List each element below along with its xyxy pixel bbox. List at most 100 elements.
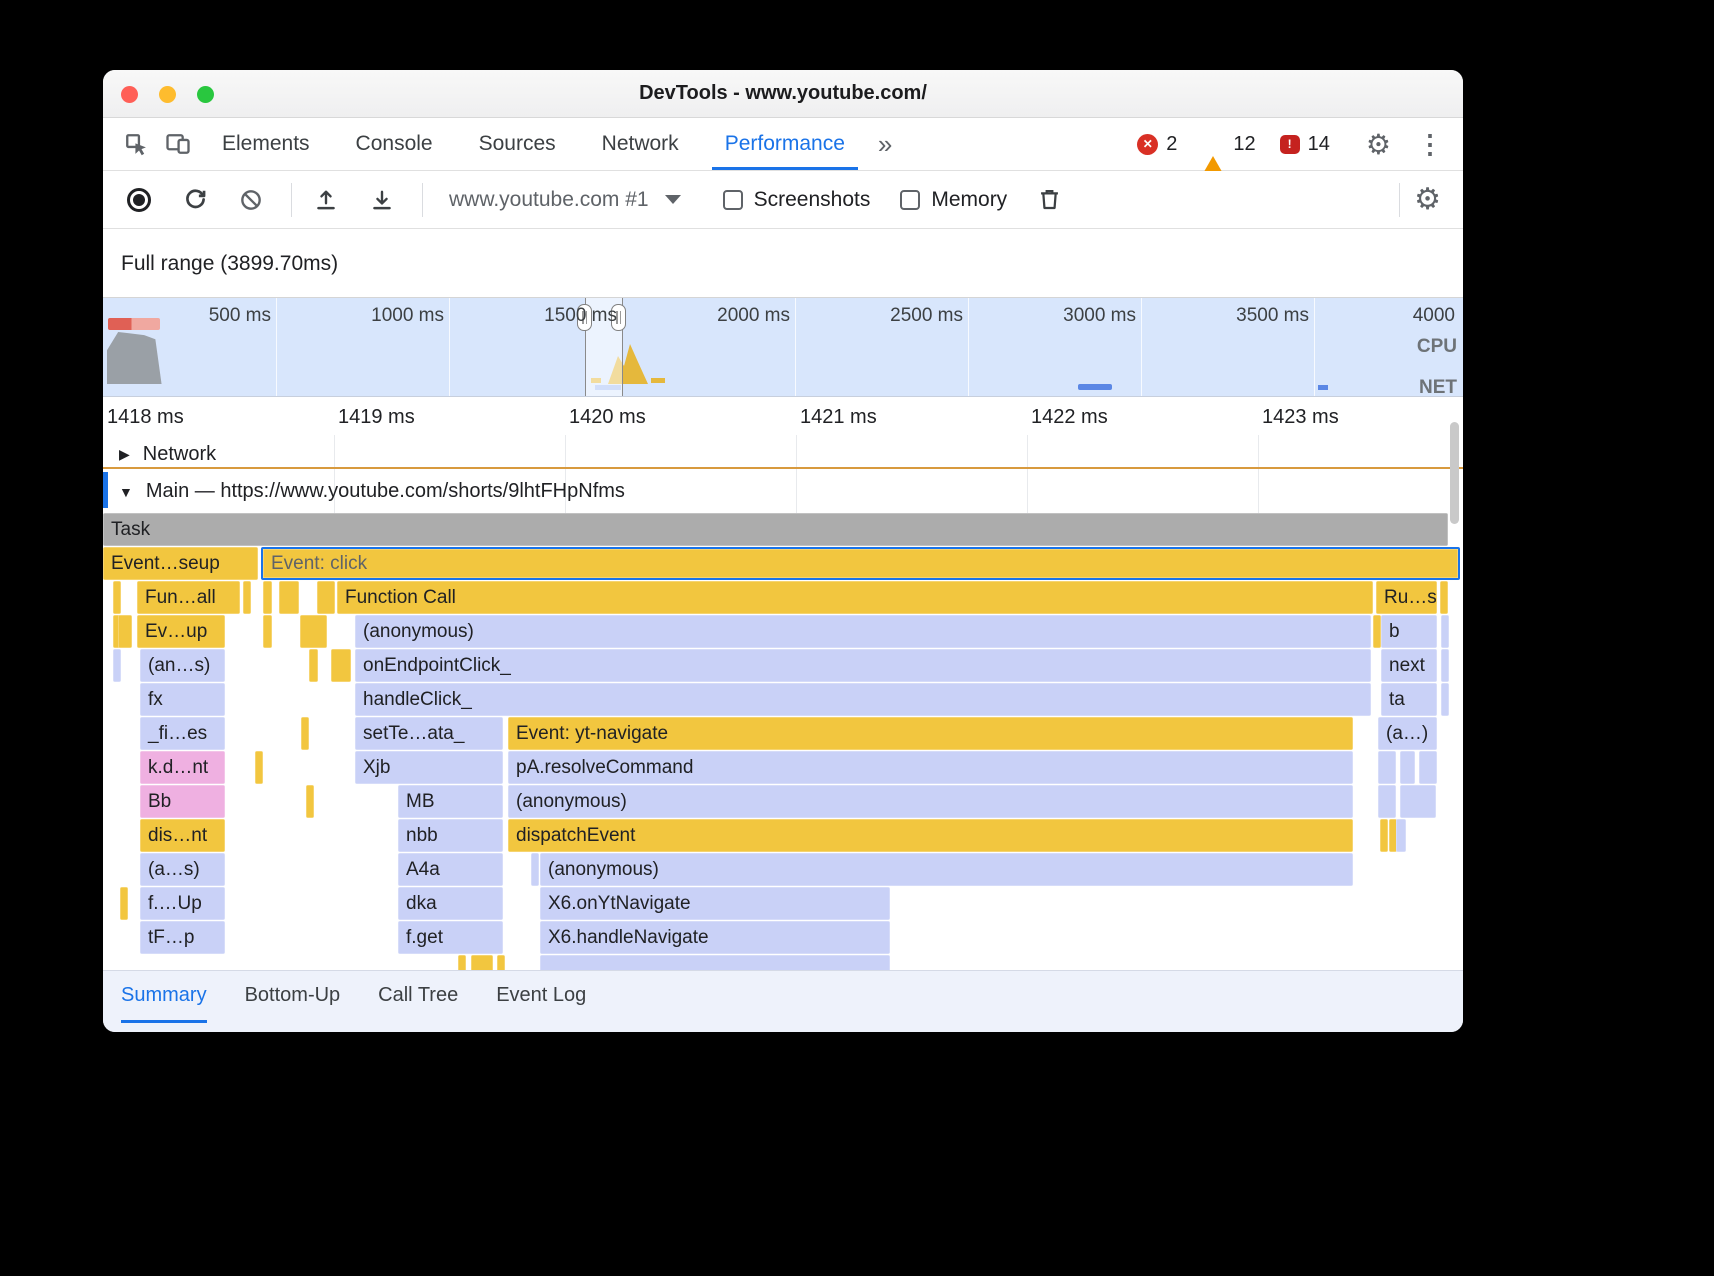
flame-bar-anonymous[interactable]: (anonymous) — [540, 853, 1353, 886]
memory-checkbox-row[interactable]: Memory — [900, 188, 1007, 212]
flame-bar-event-yt-navigate[interactable]: Event: yt-navigate — [508, 717, 1353, 750]
flame-bar[interactable] — [1400, 785, 1436, 818]
flame-bar-nbb[interactable]: nbb — [398, 819, 503, 852]
flame-bar-f-up[interactable]: f.…Up — [140, 887, 225, 920]
flame-bar-fun-all[interactable]: Fun…all — [137, 581, 240, 614]
flame-bar[interactable] — [1441, 615, 1449, 648]
warning-badge[interactable]: ! 12 — [1201, 133, 1255, 156]
flame-bar[interactable] — [113, 581, 121, 614]
tab-performance[interactable]: Performance — [702, 118, 868, 170]
device-toolbar-button[interactable] — [157, 124, 199, 164]
expanded-arrow-icon[interactable]: ▼ — [119, 484, 133, 500]
flame-bar-xjb[interactable]: Xjb — [355, 751, 503, 784]
flame-bar[interactable] — [113, 649, 121, 682]
tab-summary[interactable]: Summary — [121, 971, 207, 1023]
flame-bar[interactable] — [1441, 649, 1449, 682]
settings-gear-icon[interactable]: ⚙ — [1366, 128, 1391, 161]
flame-bar[interactable] — [531, 853, 539, 886]
collapsed-arrow-icon[interactable]: ▶ — [119, 446, 130, 463]
main-track-header[interactable]: ▼ Main — https://www.youtube.com/shorts/… — [103, 470, 1463, 513]
flame-bar[interactable] — [1378, 785, 1396, 818]
screenshots-checkbox[interactable] — [723, 190, 743, 210]
flame-bar-b[interactable]: b — [1381, 615, 1437, 648]
clear-recording-button[interactable] — [231, 180, 271, 220]
flame-bar[interactable] — [301, 717, 309, 750]
flame-chart[interactable]: TaskEvent…seupEvent: clickFun…allFunctio… — [103, 513, 1463, 970]
vertical-scrollbar-thumb[interactable] — [1450, 422, 1459, 524]
flame-bar[interactable] — [1400, 751, 1415, 784]
flame-bar[interactable] — [309, 649, 318, 682]
tab-call-tree[interactable]: Call Tree — [378, 971, 458, 1023]
flame-bar-tf-p[interactable]: tF…p — [140, 921, 225, 954]
flame-bar-next[interactable]: next — [1381, 649, 1437, 682]
network-track-header[interactable]: ▶ Network — [103, 440, 1463, 468]
flame-bar-bb[interactable]: Bb — [140, 785, 225, 818]
flame-bar[interactable] — [255, 751, 263, 784]
flame-bar-a[interactable]: (a…) — [1378, 717, 1437, 750]
flame-bar-an-s[interactable]: (an…s) — [140, 649, 225, 682]
tab-bottom-up[interactable]: Bottom-Up — [245, 971, 341, 1023]
flame-bar[interactable] — [243, 581, 251, 614]
tab-network[interactable]: Network — [579, 118, 702, 170]
flame-bar-mb[interactable]: MB — [398, 785, 503, 818]
flame-bar-k-d-nt[interactable]: k.d…nt — [140, 751, 225, 784]
flame-bar-fx[interactable]: fx — [140, 683, 225, 716]
flame-bar[interactable] — [331, 649, 351, 682]
close-button[interactable] — [121, 86, 138, 103]
flame-bar-a4a[interactable]: A4a — [398, 853, 503, 886]
flame-bar-sette-ata[interactable]: setTe…ata_ — [355, 717, 503, 750]
flame-bar[interactable] — [1396, 819, 1406, 852]
flame-bar-dis-nt[interactable]: dis…nt — [140, 819, 225, 852]
flame-bar-dispatchevent[interactable]: dispatchEvent — [508, 819, 1353, 852]
flame-bar[interactable] — [458, 955, 466, 970]
flame-bar-function-call[interactable]: Function Call — [337, 581, 1373, 614]
flame-bar-ta[interactable]: ta — [1381, 683, 1437, 716]
flame-bar[interactable] — [1419, 751, 1437, 784]
flame-bar-onendpointclick[interactable]: onEndpointClick_ — [355, 649, 1371, 682]
flame-bar-dka[interactable]: dka — [398, 887, 503, 920]
tab-elements[interactable]: Elements — [199, 118, 333, 170]
flame-bar-ev-up[interactable]: Ev…up — [137, 615, 225, 648]
flame-bar-fi-es[interactable]: _fi…es — [140, 717, 225, 750]
issues-badge[interactable]: ! 14 — [1280, 133, 1330, 156]
flame-bar[interactable] — [1380, 819, 1388, 852]
flame-bar[interactable] — [540, 955, 890, 970]
error-badge[interactable]: ✕ 2 — [1137, 133, 1177, 156]
zoom-button[interactable] — [197, 86, 214, 103]
flame-bar-task[interactable]: Task — [103, 513, 1448, 546]
flame-bar-handleclick[interactable]: handleClick_ — [355, 683, 1371, 716]
flame-bar[interactable] — [263, 615, 272, 648]
flame-bar[interactable] — [306, 785, 314, 818]
overview-strip[interactable]: CPU NET 500 ms1000 ms1500 ms2000 ms2500 … — [103, 297, 1463, 397]
save-profile-button[interactable] — [362, 180, 402, 220]
flame-bar-x6-handlenavigate[interactable]: X6.handleNavigate — [540, 921, 890, 954]
time-ruler[interactable]: 1418 ms1419 ms1420 ms1421 ms1422 ms1423 … — [103, 397, 1463, 440]
load-profile-button[interactable] — [306, 180, 346, 220]
flame-bar-ru-s[interactable]: Ru…s — [1376, 581, 1437, 614]
flame-bar-event-click[interactable]: Event: click — [261, 547, 1460, 580]
collect-garbage-button[interactable] — [1029, 180, 1069, 220]
flame-bar-f-get[interactable]: f.get — [398, 921, 503, 954]
flame-bar-x6-onytnavigate[interactable]: X6.onYtNavigate — [540, 887, 890, 920]
flame-bar-anonymous[interactable]: (anonymous) — [355, 615, 1371, 648]
flame-bar[interactable] — [1440, 581, 1448, 614]
capture-settings-gear-icon[interactable]: ⚙ — [1414, 182, 1441, 217]
history-select[interactable]: www.youtube.com #1 — [449, 188, 681, 212]
flame-bar[interactable] — [300, 615, 327, 648]
overflow-menu-icon[interactable]: ⋮ — [1417, 129, 1451, 160]
reload-and-record-button[interactable] — [175, 180, 215, 220]
flame-bar[interactable] — [263, 581, 272, 614]
record-button[interactable] — [119, 180, 159, 220]
flame-bar[interactable] — [317, 581, 335, 614]
tab-event-log[interactable]: Event Log — [496, 971, 586, 1023]
inspect-element-button[interactable] — [115, 124, 157, 164]
minimize-button[interactable] — [159, 86, 176, 103]
flame-bar[interactable] — [1441, 683, 1449, 716]
flame-bar[interactable] — [279, 581, 299, 614]
flame-bar[interactable] — [118, 615, 132, 648]
flame-bar[interactable] — [1373, 615, 1381, 648]
flame-bar[interactable] — [120, 887, 128, 920]
screenshots-checkbox-row[interactable]: Screenshots — [723, 188, 871, 212]
flame-bar[interactable] — [1378, 751, 1396, 784]
flame-bar[interactable] — [497, 955, 505, 970]
